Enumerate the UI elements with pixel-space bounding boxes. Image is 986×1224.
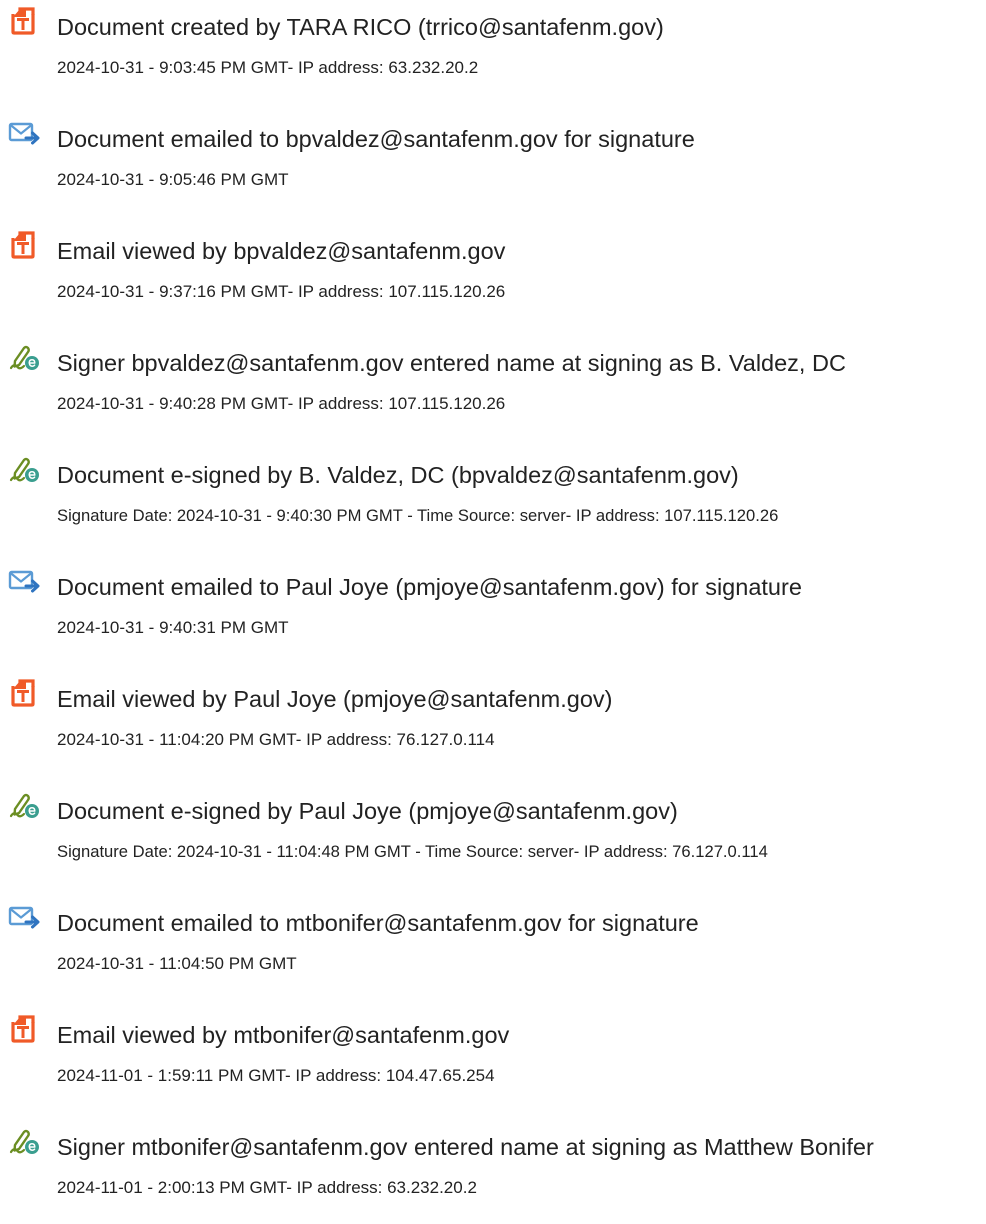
event-detail: 2024-10-31 - 9:37:16 PM GMT- IP address:… xyxy=(57,282,506,301)
document-icon xyxy=(8,6,42,36)
signature-icon xyxy=(8,342,42,372)
event-detail: 2024-10-31 - 11:04:50 PM GMT xyxy=(57,954,297,973)
audit-event: Email viewed by mtbonifer@santafenm.gov … xyxy=(0,1008,986,1108)
audit-event: Signer mtbonifer@santafenm.gov entered n… xyxy=(0,1120,986,1220)
event-title: Document e-signed by B. Valdez, DC (bpva… xyxy=(57,462,739,488)
event-title: Signer mtbonifer@santafenm.gov entered n… xyxy=(57,1134,874,1160)
event-title: Document e-signed by Paul Joye (pmjoye@s… xyxy=(57,798,678,824)
audit-event: Document emailed to mtbonifer@santafenm.… xyxy=(0,896,986,996)
event-title: Email viewed by mtbonifer@santafenm.gov xyxy=(57,1022,510,1048)
email-icon xyxy=(8,566,42,596)
event-detail: 2024-10-31 - 9:40:31 PM GMT xyxy=(57,618,289,637)
event-detail: Signature Date: 2024-10-31 - 9:40:30 PM … xyxy=(57,506,779,525)
document-icon xyxy=(8,230,42,260)
event-title: Signer bpvaldez@santafenm.gov entered na… xyxy=(57,350,846,376)
audit-event: Document created by TARA RICO (trrico@sa… xyxy=(0,0,986,100)
audit-event: Document emailed to bpvaldez@santafenm.g… xyxy=(0,112,986,212)
event-detail: 2024-10-31 - 9:40:28 PM GMT- IP address:… xyxy=(57,394,506,413)
event-detail: 2024-10-31 - 11:04:20 PM GMT- IP address… xyxy=(57,730,495,749)
event-title: Document emailed to mtbonifer@santafenm.… xyxy=(57,910,699,936)
audit-event: Signer bpvaldez@santafenm.gov entered na… xyxy=(0,336,986,436)
signature-icon xyxy=(8,790,42,820)
audit-event: Document emailed to Paul Joye (pmjoye@sa… xyxy=(0,560,986,660)
event-detail: Signature Date: 2024-10-31 - 11:04:48 PM… xyxy=(57,842,768,861)
event-title: Document emailed to bpvaldez@santafenm.g… xyxy=(57,126,695,152)
event-detail: 2024-11-01 - 1:59:11 PM GMT- IP address:… xyxy=(57,1066,495,1085)
event-detail: 2024-10-31 - 9:03:45 PM GMT- IP address:… xyxy=(57,58,479,77)
signature-icon xyxy=(8,1126,42,1156)
signature-icon xyxy=(8,454,42,484)
email-icon xyxy=(8,118,42,148)
audit-event: Email viewed by Paul Joye (pmjoye@santaf… xyxy=(0,672,986,772)
document-icon xyxy=(8,1014,42,1044)
audit-event: Document e-signed by Paul Joye (pmjoye@s… xyxy=(0,784,986,884)
event-title: Email viewed by bpvaldez@santafenm.gov xyxy=(57,238,506,264)
event-title: Document created by TARA RICO (trrico@sa… xyxy=(57,14,664,40)
event-detail: 2024-11-01 - 2:00:13 PM GMT- IP address:… xyxy=(57,1178,477,1197)
audit-event: Email viewed by bpvaldez@santafenm.gov 2… xyxy=(0,224,986,324)
event-title: Document emailed to Paul Joye (pmjoye@sa… xyxy=(57,574,802,600)
event-title: Email viewed by Paul Joye (pmjoye@santaf… xyxy=(57,686,613,712)
audit-event: Document e-signed by B. Valdez, DC (bpva… xyxy=(0,448,986,548)
email-icon xyxy=(8,902,42,932)
event-detail: 2024-10-31 - 9:05:46 PM GMT xyxy=(57,170,289,189)
document-icon xyxy=(8,678,42,708)
